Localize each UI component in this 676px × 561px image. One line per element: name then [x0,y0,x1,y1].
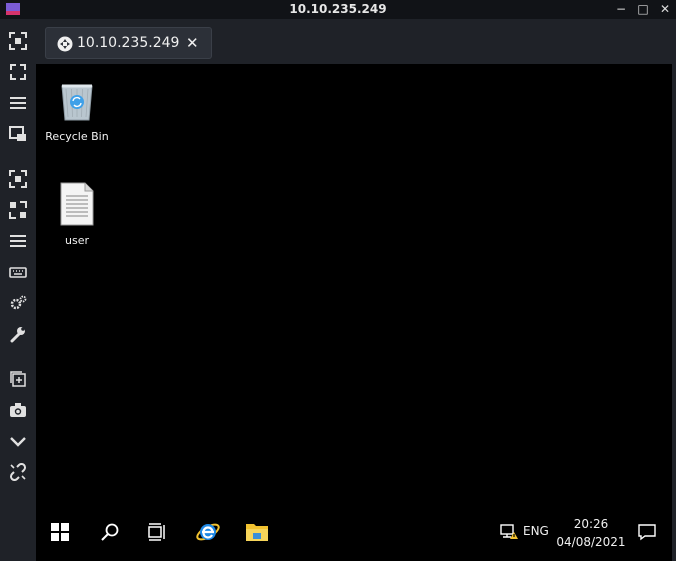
window-right-border [672,64,676,561]
minimize-button[interactable]: − [612,1,630,17]
network-warning-icon[interactable] [495,518,523,546]
windows-start-icon[interactable] [46,518,74,546]
recycle-bin-icon [61,84,93,121]
menu-lines-icon[interactable] [7,92,29,114]
sidebar-toolbar [0,19,36,561]
desktop-icon-user[interactable]: user [39,182,115,247]
internet-explorer-icon[interactable] [194,518,222,546]
chevron-down-icon[interactable] [7,430,29,452]
desktop-icon-label: user [65,234,89,247]
maximize-button[interactable]: □ [634,1,652,17]
task-view-icon[interactable] [143,518,171,546]
action-center-icon[interactable] [633,518,661,546]
title-bar: 10.10.235.249 − □ ✕ [0,0,676,19]
clock-date: 04/08/2021 [556,535,626,549]
window-stack-icon[interactable] [7,123,29,145]
new-window-icon[interactable] [7,368,29,390]
keyboard-icon[interactable] [7,261,29,283]
fit-screen-icon-2[interactable] [7,168,29,190]
file-explorer-icon[interactable] [243,518,271,546]
clock-time: 20:26 [573,517,609,531]
tab-close-button[interactable]: ✕ [186,34,199,52]
remote-desktop[interactable]: Recycle Bin user [36,64,672,561]
camera-icon[interactable] [7,399,29,421]
tab-strip: 10.10.235.249 ✕ [36,19,676,64]
remote-desktop-icon [57,36,73,52]
close-window-button[interactable]: ✕ [656,1,674,17]
document-icon [60,182,94,226]
taskbar: ENG 20:26 04/08/2021 [36,506,672,561]
input-language[interactable]: ENG [523,524,549,538]
disconnect-link-icon[interactable] [7,461,29,483]
fullscreen-icon[interactable] [7,61,29,83]
search-icon[interactable] [96,518,124,546]
desktop-icon-label: Recycle Bin [45,130,109,143]
settings-gears-icon[interactable] [7,292,29,314]
fit-screen-icon[interactable] [7,30,29,52]
tab-remote-session[interactable]: 10.10.235.249 ✕ [45,27,212,59]
menu-lines-icon-2[interactable] [7,230,29,252]
tab-label: 10.10.235.249 [77,35,180,51]
window-title: 10.10.235.249 [289,2,387,16]
desktop-icon-recycle-bin[interactable]: Recycle Bin [39,80,115,143]
wrench-icon[interactable] [7,323,29,345]
fullscreen-icon-2[interactable] [7,199,29,221]
system-clock[interactable]: 20:26 04/08/2021 [556,515,626,551]
